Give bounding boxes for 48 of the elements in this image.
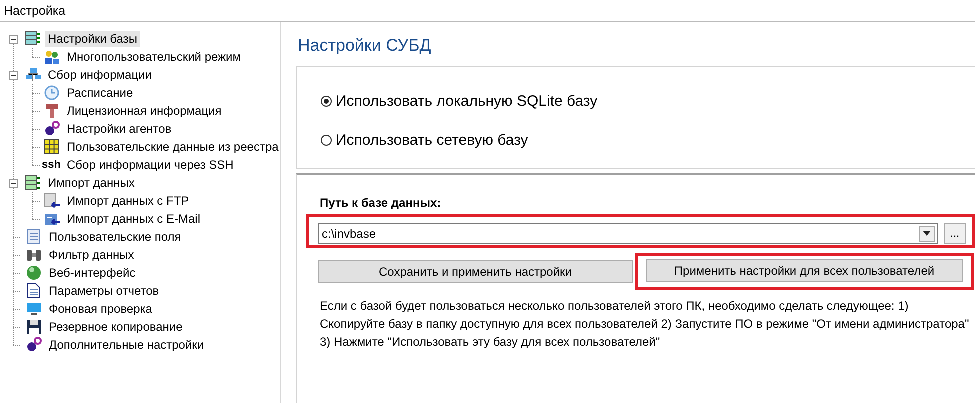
tree-item[interactable]: Сбор информации [45, 67, 155, 83]
tree-item[interactable]: Сбор информации через SSH [64, 157, 237, 173]
radio-button[interactable] [321, 134, 332, 146]
tree-item[interactable]: Резервное копирование [46, 319, 186, 335]
globe-icon [26, 265, 42, 281]
tree-item[interactable]: Многопользовательский режим [64, 49, 244, 65]
floppy-icon [26, 319, 42, 335]
radio-label[interactable]: Использовать сетевую базу [336, 132, 528, 148]
network-icon [25, 67, 41, 83]
save-apply-button[interactable]: Сохранить и применить настройки [318, 260, 633, 283]
tree-item[interactable]: Импорт данных [45, 175, 138, 191]
tree-item[interactable]: Импорт данных с E-Mail [64, 211, 204, 227]
grid-icon [44, 139, 60, 155]
file-import-icon [44, 193, 60, 209]
users-icon [44, 49, 60, 65]
tree-item[interactable]: Настройки агентов [64, 121, 175, 137]
tree-item[interactable]: Параметры отчетов [46, 283, 162, 299]
apply-all-button[interactable]: Применить настройки для всех пользователей [646, 259, 963, 282]
tree-item[interactable]: Фоновая проверка [46, 301, 156, 317]
dropdown-icon[interactable] [919, 226, 935, 242]
radio-button[interactable] [321, 96, 332, 106]
tree-item[interactable]: Дополнительные настройки [46, 337, 208, 353]
tree-item[interactable]: Настройки базы [45, 31, 140, 47]
field-label: Путь к базе данных: [320, 196, 442, 210]
list-icon [26, 229, 42, 245]
ssh-label: ssh [42, 159, 61, 171]
section-title: Настройки СУБД [298, 36, 432, 56]
tree-item[interactable]: Лицензионная информация [64, 103, 225, 119]
mail-import-icon [44, 211, 60, 227]
collapse-toggle[interactable] [9, 178, 18, 188]
tree-item[interactable]: Импорт данных с FTP [64, 193, 192, 209]
monitor-icon [26, 301, 42, 317]
collapse-toggle[interactable] [9, 34, 18, 44]
collapse-toggle[interactable] [9, 70, 18, 80]
tree-item[interactable]: Пользовательские данные из реестра [64, 139, 282, 155]
help-text: Если с базой будет пользоваться несколько пользователей этого ПК, необходимо сделать следующее: 1) Скопируйте базу в папку доступную для всех пользователей 2) Запустите ПО в режиме "От имени администратора" 3) Нажмите "Использовать эту базу для всех пользователей" [320, 298, 970, 351]
window-title: Настройка [4, 4, 66, 18]
tree-item[interactable]: Фильтр данных [46, 247, 138, 263]
tree-item[interactable]: Веб-интерфейс [46, 265, 139, 281]
radio-label[interactable]: Использовать локальную SQLite базу [336, 92, 598, 110]
db-icon [25, 31, 41, 47]
browse-button[interactable]: ... [944, 223, 966, 244]
import-icon [25, 175, 41, 191]
document-icon [26, 283, 42, 299]
tree-item[interactable]: Пользовательские поля [46, 229, 184, 245]
clock-icon [44, 85, 60, 101]
tree-item[interactable]: Расписание [64, 85, 136, 101]
path-combo-field[interactable]: c:\invbase [318, 223, 938, 244]
